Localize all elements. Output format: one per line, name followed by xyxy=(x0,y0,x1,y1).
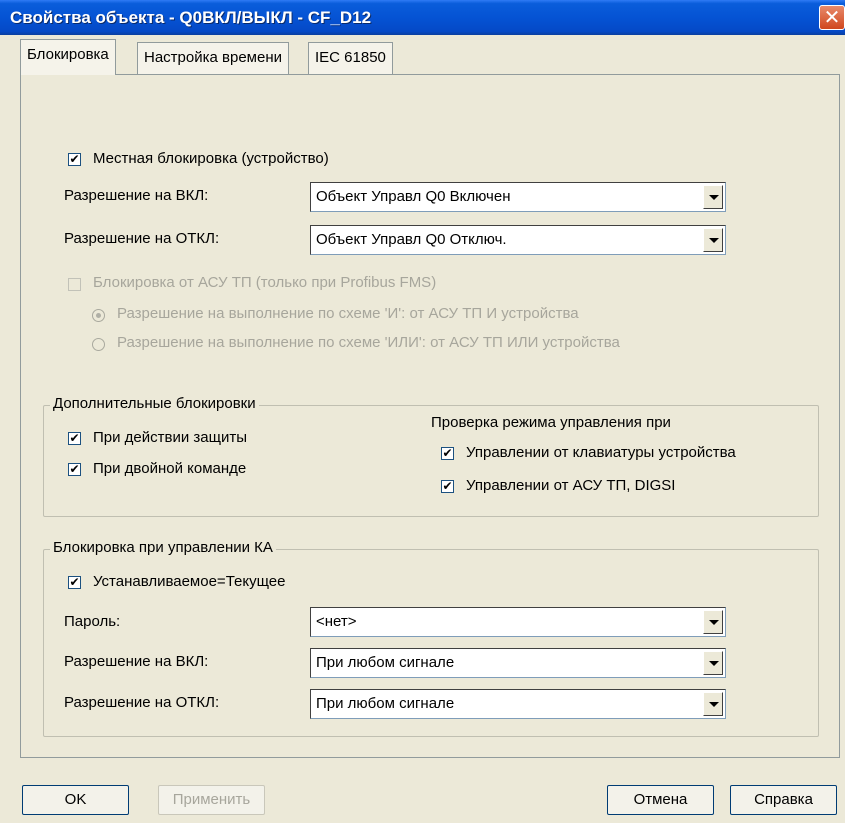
keypad-label: Управлении от клавиатуры устройства xyxy=(466,444,736,461)
tab-time-settings[interactable]: Настройка времени xyxy=(137,42,289,74)
switch-lock-legend: Блокировка при управлении КА xyxy=(50,539,276,556)
password-label: Пароль: xyxy=(64,613,121,630)
help-button[interactable]: Справка xyxy=(730,785,837,815)
local-on-value: Объект Управл Q0 Включен xyxy=(316,188,511,205)
local-off-value: Объект Управл Q0 Отключ. xyxy=(316,231,507,248)
double-command-checkbox[interactable]: ✔ xyxy=(68,463,81,476)
scada-digsi-label: Управлении от АСУ ТП, DIGSI xyxy=(466,477,676,494)
switch-on-label: Разрешение на ВКЛ: xyxy=(64,653,209,670)
apply-button[interactable]: Применить xyxy=(158,785,265,815)
switch-on-value: При любом сигнале xyxy=(316,654,455,671)
double-command-label: При двойной команде xyxy=(93,460,247,477)
switch-off-label: Разрешение на ОТКЛ: xyxy=(64,694,220,711)
radio-or-scheme[interactable] xyxy=(92,338,105,351)
cancel-button[interactable]: Отмена xyxy=(607,785,714,815)
switch-off-select[interactable]: При любом сигнале xyxy=(310,689,726,719)
chevron-down-icon[interactable] xyxy=(703,185,723,209)
chevron-down-icon[interactable] xyxy=(703,692,723,716)
switch-lock-group: Блокировка при управлении КА ✔ Устанавли… xyxy=(43,539,819,737)
set-equals-current-checkbox[interactable]: ✔ xyxy=(68,576,81,589)
local-off-label: Разрешение на ОТКЛ: xyxy=(64,230,220,247)
chevron-down-icon[interactable] xyxy=(703,228,723,252)
tab-iec-61850[interactable]: IEC 61850 xyxy=(308,42,393,74)
set-equals-current-label: Устанавливаемое=Текущее xyxy=(93,573,286,590)
keypad-checkbox[interactable]: ✔ xyxy=(441,447,454,460)
local-on-select[interactable]: Объект Управл Q0 Включен xyxy=(310,182,726,212)
protection-label: При действии защиты xyxy=(93,429,247,446)
password-select[interactable]: <нет> xyxy=(310,607,726,637)
radio-and-label: Разрешение на выполнение по схеме 'И': о… xyxy=(117,305,579,322)
mode-check-title: Проверка режима управления при xyxy=(431,414,671,431)
scada-lock-label: Блокировка от АСУ ТП (только при Profibu… xyxy=(93,274,437,291)
chevron-down-icon[interactable] xyxy=(703,651,723,675)
local-lock-label: Местная блокировка (устройство) xyxy=(93,150,329,167)
switch-on-select[interactable]: При любом сигнале xyxy=(310,648,726,678)
scada-lock-checkbox[interactable] xyxy=(68,278,81,291)
tab-blocking[interactable]: Блокировка xyxy=(20,39,116,75)
password-value: <нет> xyxy=(316,613,357,630)
local-off-select[interactable]: Объект Управл Q0 Отключ. xyxy=(310,225,726,255)
radio-or-label: Разрешение на выполнение по схеме 'ИЛИ':… xyxy=(117,334,620,351)
protection-checkbox[interactable]: ✔ xyxy=(68,432,81,445)
tab-panel: ✔ Местная блокировка (устройство) Разреш… xyxy=(20,74,840,758)
ok-button[interactable]: OK xyxy=(22,785,129,815)
window-title: Свойства объекта - Q0ВКЛ/ВЫКЛ - CF_D12 xyxy=(10,8,372,27)
switch-off-value: При любом сигнале xyxy=(316,695,455,712)
chevron-down-icon[interactable] xyxy=(703,610,723,634)
extra-locks-group: Дополнительные блокировки ✔ При действии… xyxy=(43,395,819,517)
local-lock-checkbox[interactable]: ✔ xyxy=(68,153,81,166)
extra-locks-legend: Дополнительные блокировки xyxy=(50,395,259,412)
window-title-bar: Свойства объекта - Q0ВКЛ/ВЫКЛ - CF_D12 xyxy=(0,0,845,35)
local-on-label: Разрешение на ВКЛ: xyxy=(64,187,209,204)
radio-and-scheme[interactable] xyxy=(92,309,105,322)
close-icon[interactable]: ✕ xyxy=(819,5,845,30)
scada-digsi-checkbox[interactable]: ✔ xyxy=(441,480,454,493)
